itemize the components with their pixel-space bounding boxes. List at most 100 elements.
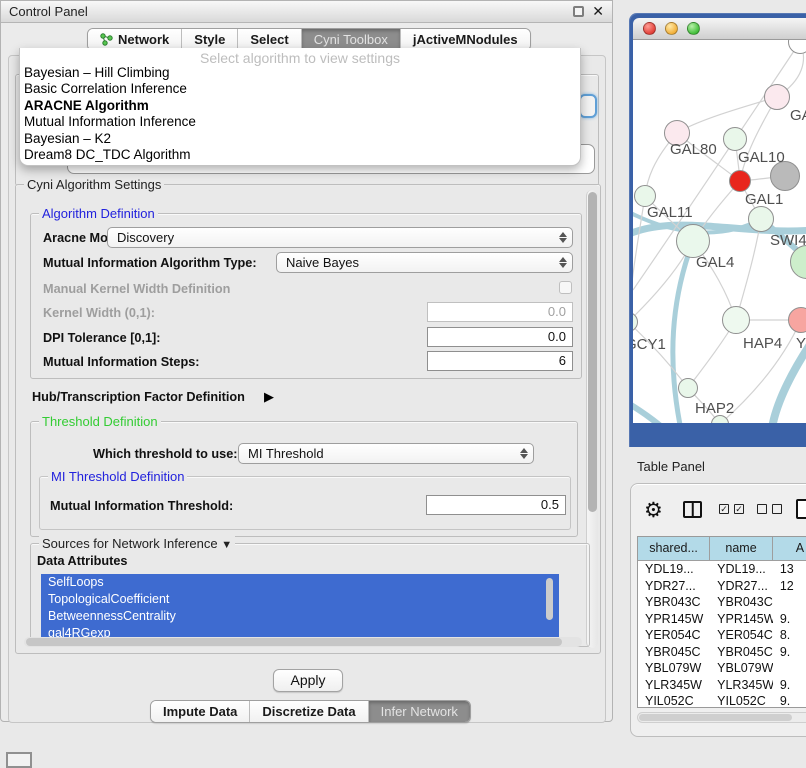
- close-icon[interactable]: ✕: [592, 6, 604, 17]
- bottom-tabs: Impute DataDiscretize DataInfer Network: [150, 700, 471, 723]
- dropdown-item[interactable]: Mutual Information Inference: [20, 114, 580, 130]
- aracne-mode-combo[interactable]: Discovery: [107, 227, 573, 248]
- network-canvas[interactable]: GALGAL80GAL10GAL1GAL11SWI4GAL4GCY1HAP4YH…: [633, 40, 806, 423]
- columns-icon[interactable]: [683, 501, 702, 518]
- table-cell: YDL19...: [710, 561, 773, 578]
- apply-button[interactable]: Apply: [273, 669, 343, 692]
- mi-steps-field[interactable]: 6: [427, 351, 573, 371]
- tab-label: jActiveMNodules: [413, 32, 518, 47]
- mi-threshold-label: Mutual Information Threshold:: [50, 499, 233, 513]
- expand-right-icon[interactable]: ▶: [264, 389, 274, 405]
- column-header[interactable]: name: [710, 537, 773, 560]
- tab-cyni-toolbox[interactable]: Cyni Toolbox: [302, 29, 401, 50]
- table-row[interactable]: YDL19...YDL19...13: [638, 561, 806, 578]
- checked-checkbox-icon[interactable]: ✓: [719, 504, 729, 514]
- dpi-tolerance-field[interactable]: 0.0: [427, 327, 573, 347]
- manual-kernel-checkbox[interactable]: [559, 281, 572, 294]
- table-header-row: shared...nameA: [638, 537, 806, 561]
- attribute-item[interactable]: TopologicalCoefficient: [41, 591, 559, 608]
- column-header[interactable]: A: [773, 537, 806, 560]
- network-node[interactable]: [764, 84, 790, 110]
- combo-stepper-icon: [518, 446, 529, 461]
- table-cell: [773, 594, 806, 611]
- kernel-width-label: Kernel Width (0,1):: [43, 306, 155, 320]
- column-header[interactable]: shared...: [638, 537, 710, 560]
- table-cell: [773, 660, 806, 677]
- node-label: GCY1: [633, 336, 666, 353]
- tab-label: Cyni Toolbox: [314, 32, 388, 47]
- settings-scrollbar-thumb[interactable]: [588, 192, 597, 512]
- settings-hscroll-thumb[interactable]: [26, 638, 562, 646]
- attribute-item[interactable]: SelfLoops: [41, 574, 559, 591]
- unchecked-checkbox-icon[interactable]: [757, 504, 767, 514]
- combo-stepper-icon: [557, 255, 568, 270]
- table-cell: YPR145W: [638, 611, 710, 628]
- table-cell: YBR043C: [638, 594, 710, 611]
- bottom-tab-impute-data[interactable]: Impute Data: [151, 701, 250, 722]
- bottom-tab-discretize-data[interactable]: Discretize Data: [250, 701, 368, 722]
- tab-select[interactable]: Select: [238, 29, 301, 50]
- checked-checkbox-icon[interactable]: ✓: [734, 504, 744, 514]
- table-row[interactable]: YIL052CYIL052C9.: [638, 693, 806, 708]
- gear-icon[interactable]: ⚙: [644, 498, 663, 523]
- which-threshold-value: MI Threshold: [248, 446, 324, 461]
- table-hscroll-thumb[interactable]: [639, 714, 792, 721]
- dropdown-item[interactable]: Bayesian – K2: [20, 131, 580, 147]
- table-row[interactable]: YDR27...YDR27...12: [638, 578, 806, 595]
- network-node[interactable]: [729, 170, 751, 192]
- network-window-titlebar[interactable]: [633, 18, 806, 40]
- tab-label: Style: [194, 32, 225, 47]
- mac-close-icon[interactable]: [643, 22, 656, 35]
- sources-group: Sources for Network Inference ▼ Data Att…: [30, 543, 590, 647]
- network-node[interactable]: [748, 206, 774, 232]
- float-window-icon[interactable]: [573, 6, 584, 17]
- dropdown-item[interactable]: Dream8 DC_TDC Algorithm: [20, 147, 580, 163]
- mac-minimize-icon[interactable]: [665, 22, 678, 35]
- mi-threshold-field[interactable]: 0.5: [426, 495, 566, 515]
- which-threshold-combo[interactable]: MI Threshold: [238, 443, 534, 464]
- node-table[interactable]: shared...nameAYDL19...YDL19...13YDR27...…: [637, 536, 806, 708]
- table-row[interactable]: YBL079WYBL079W: [638, 660, 806, 677]
- network-node[interactable]: [722, 306, 750, 334]
- data-attributes-list[interactable]: SelfLoopsTopologicalCoefficientBetweenne…: [41, 574, 559, 644]
- table-row[interactable]: YLR345WYLR345W9.: [638, 677, 806, 694]
- table-row[interactable]: YER054CYER054C8.: [638, 627, 806, 644]
- collapsed-panel-chip[interactable]: [6, 752, 32, 768]
- table-horizontal-scrollbar[interactable]: [637, 712, 806, 723]
- tab-jactivemnodules[interactable]: jActiveMNodules: [401, 29, 530, 50]
- attributes-scrollbar-thumb[interactable]: [546, 578, 553, 620]
- sources-title-text: Sources for Network Inference: [42, 536, 218, 551]
- collapse-down-icon[interactable]: ▼: [221, 539, 232, 551]
- node-label: HAP2: [695, 400, 734, 417]
- table-row[interactable]: YBR045CYBR045C9.: [638, 644, 806, 661]
- table-row[interactable]: YPR145WYPR145W9.: [638, 611, 806, 628]
- tab-style[interactable]: Style: [182, 29, 238, 50]
- dropdown-item[interactable]: ARACNE Algorithm: [20, 98, 580, 114]
- attribute-item[interactable]: BetweennessCentrality: [41, 608, 559, 625]
- page-icon[interactable]: [796, 499, 806, 519]
- table-row[interactable]: YBR043CYBR043C: [638, 594, 806, 611]
- table-cell: YDR27...: [638, 578, 710, 595]
- table-panel-window: ⚙ ✓ ✓ shared...nameAYDL19...YDL19...13YD…: [630, 483, 806, 737]
- table-cell: YER054C: [710, 627, 773, 644]
- bottom-tab-infer-network[interactable]: Infer Network: [369, 701, 470, 722]
- network-node[interactable]: [678, 378, 698, 398]
- table-cell: 9.: [773, 644, 806, 661]
- dropdown-item[interactable]: Bayesian – Hill Climbing: [20, 65, 580, 81]
- dropdown-prompt: Select algorithm to view settings: [20, 48, 580, 65]
- mac-zoom-icon[interactable]: [687, 22, 700, 35]
- settings-horizontal-scrollbar[interactable]: [24, 637, 582, 647]
- tab-network[interactable]: Network: [88, 29, 182, 50]
- algorithm-combo-stepper[interactable]: [579, 94, 597, 118]
- network-node[interactable]: [676, 224, 710, 258]
- table-cell: YBR043C: [710, 594, 773, 611]
- node-label: SWI4: [770, 232, 806, 249]
- unchecked-checkbox-icon[interactable]: [772, 504, 782, 514]
- table-cell: YBR045C: [710, 644, 773, 661]
- algorithm-definition-group: Algorithm Definition Aracne Mode: Discov…: [30, 213, 582, 379]
- dropdown-item[interactable]: Basic Correlation Inference: [20, 81, 580, 97]
- mi-type-combo[interactable]: Naive Bayes: [276, 252, 573, 273]
- network-node[interactable]: [723, 127, 747, 151]
- table-cell: 9.: [773, 677, 806, 694]
- kernel-width-field[interactable]: 0.0: [427, 302, 573, 322]
